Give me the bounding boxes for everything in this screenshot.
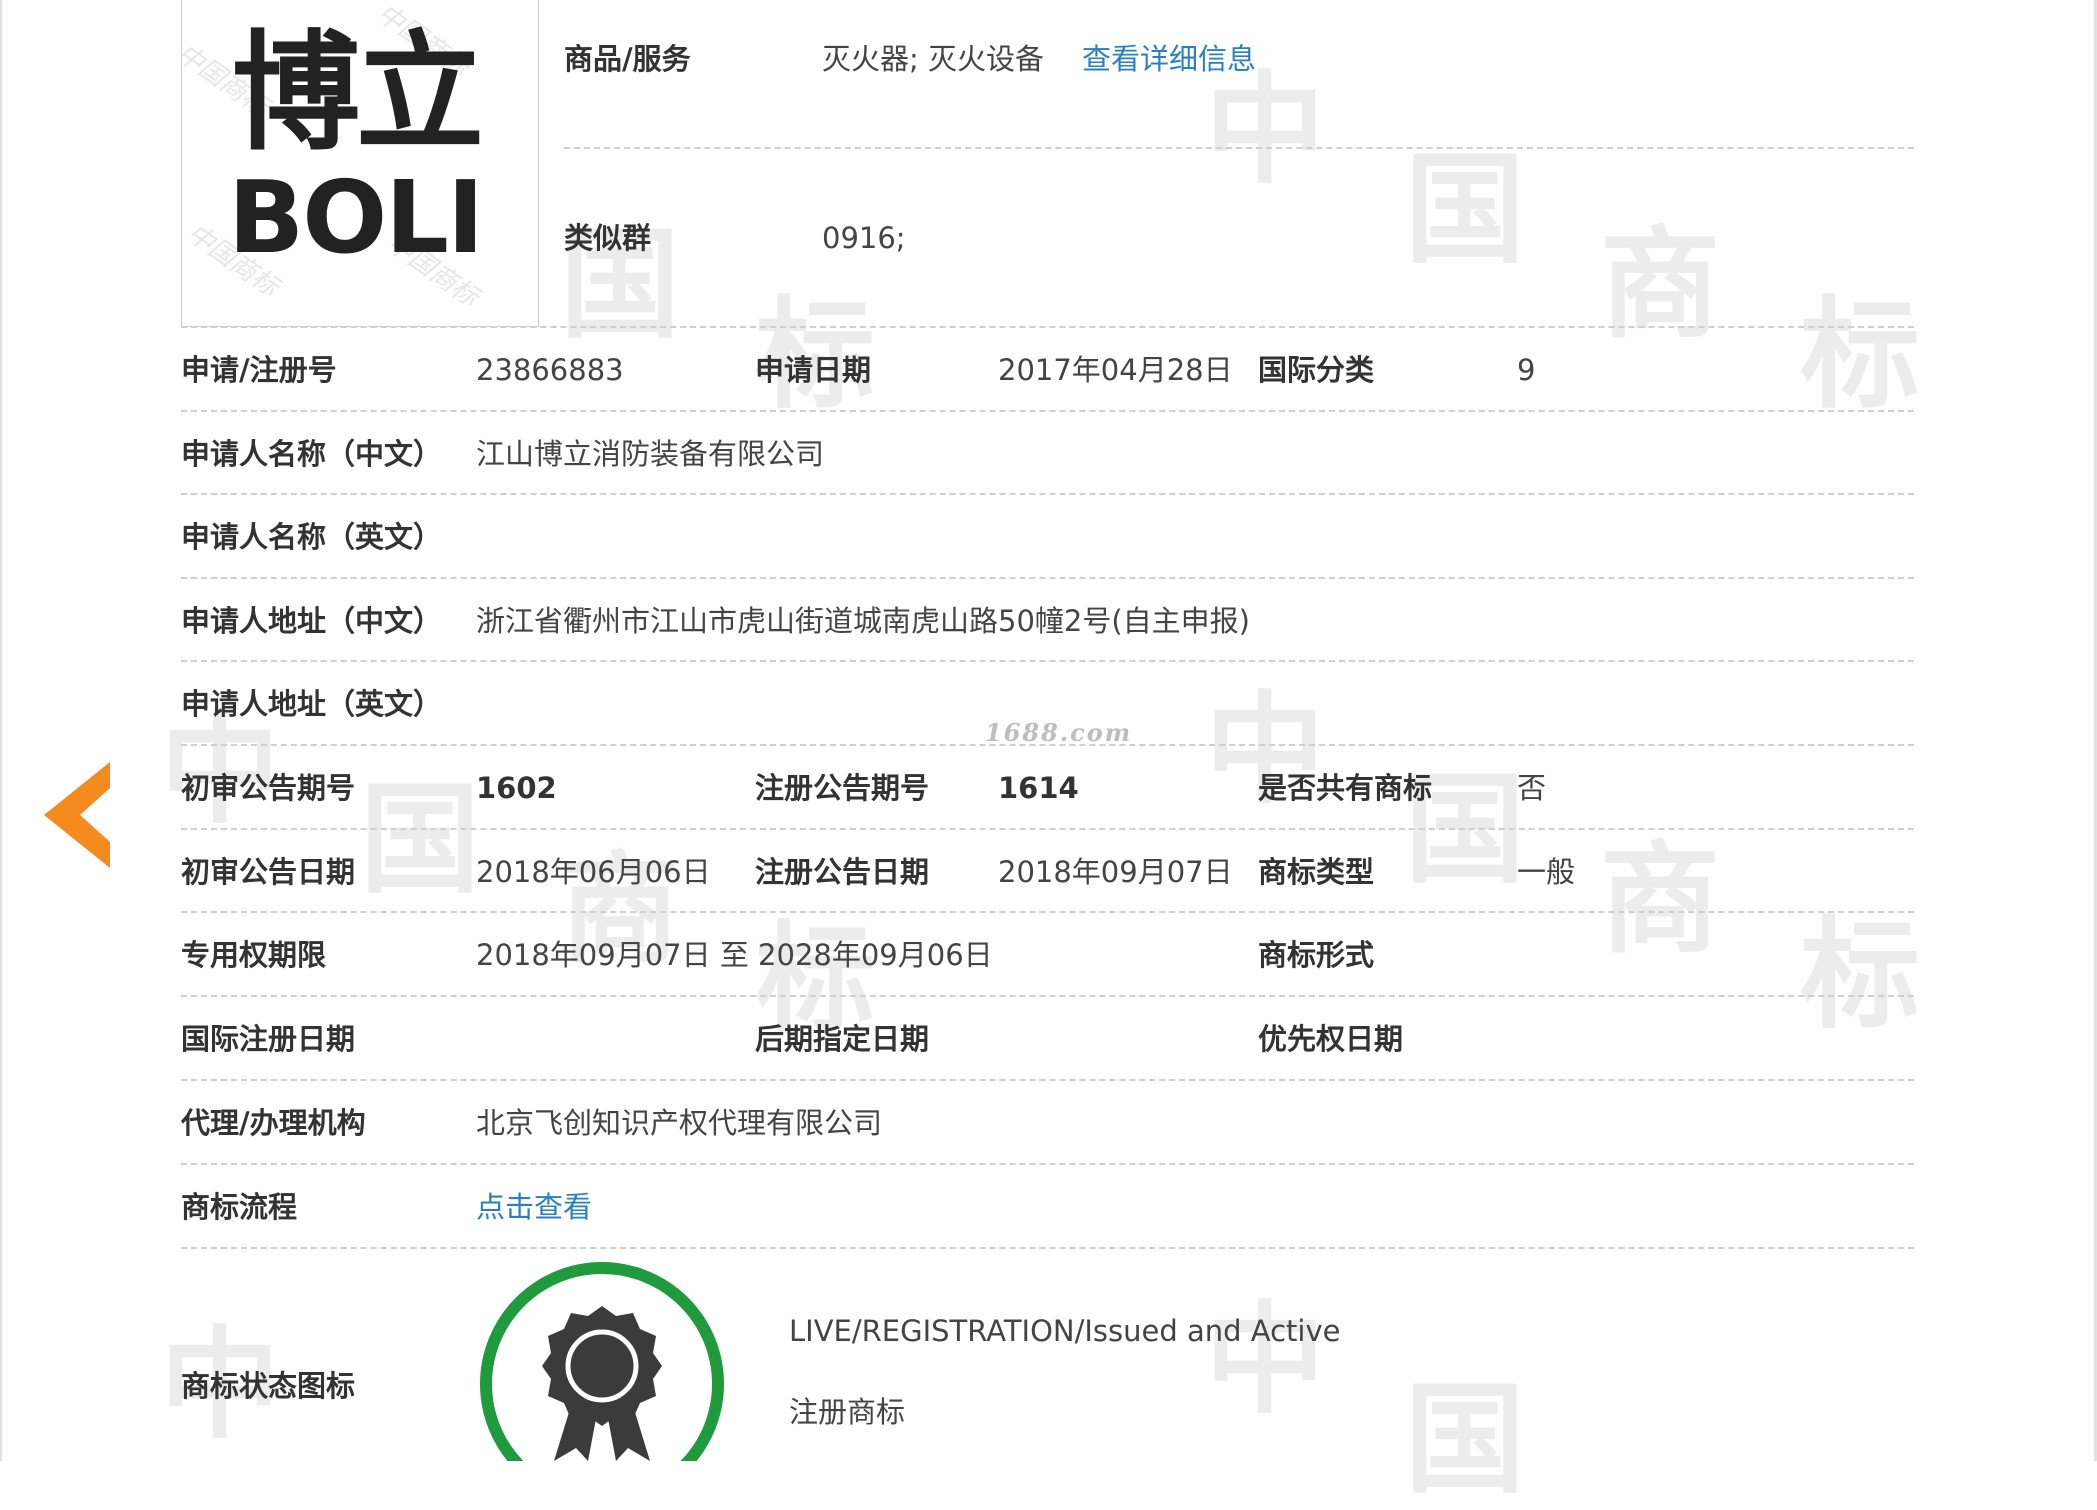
- row-divider: [181, 995, 1914, 997]
- registration-no-label: 申请/注册号: [181, 353, 337, 387]
- goods-value: 灭火器; 灭火设备: [822, 42, 1044, 76]
- applicant-address-en-label: 申请人地址（英文）: [181, 687, 443, 721]
- shared-mark-value: 否: [1517, 771, 1547, 805]
- applicant-address-cn-value: 浙江省衢州市江山市虎山街道城南虎山路50幢2号(自主申报): [476, 604, 1250, 638]
- shared-mark-label: 是否共有商标: [1258, 771, 1433, 805]
- goods-label: 商品/服务: [564, 42, 691, 76]
- reg-notice-date-value: 2018年09月07日: [998, 855, 1233, 889]
- logo-chinese-text: 博立: [232, 19, 484, 168]
- intl-class-label: 国际分类: [1258, 353, 1375, 387]
- intl-reg-date-label: 国际注册日期: [181, 1022, 356, 1056]
- site-watermark: 1688.com: [985, 718, 1133, 747]
- applicant-address-cn-label: 申请人地址（中文）: [181, 604, 443, 638]
- applicant-name-cn-value: 江山博立消防装备有限公司: [476, 437, 825, 471]
- applicant-name-en-label: 申请人名称（英文）: [181, 520, 443, 554]
- row-divider: [181, 1163, 1914, 1165]
- mark-type-label: 商标类型: [1258, 855, 1375, 889]
- later-designation-date-label: 后期指定日期: [755, 1022, 930, 1056]
- watermark-char: 国: [360, 769, 480, 910]
- mark-flow-label: 商标流程: [181, 1190, 298, 1224]
- watermark-char: 国: [1405, 1369, 1525, 1510]
- chevron-left-icon[interactable]: [44, 762, 114, 868]
- award-ribbon-icon: [474, 1256, 730, 1461]
- prelim-notice-no-label: 初审公告期号: [181, 771, 356, 805]
- exclusive-term-label: 专用权期限: [181, 938, 327, 972]
- status-text-cn: 注册商标: [789, 1395, 906, 1429]
- row-divider: [181, 326, 1914, 328]
- row-divider: [181, 744, 1914, 746]
- registration-no-value: 23866883: [476, 353, 624, 387]
- applicant-name-cn-label: 申请人名称（中文）: [181, 437, 443, 471]
- row-divider: [181, 493, 1914, 495]
- watermark-char: 标: [1800, 284, 1920, 425]
- mark-status-label: 商标状态图标: [181, 1369, 356, 1403]
- mark-flow-link[interactable]: 点击查看: [476, 1193, 592, 1222]
- similar-group-value: 0916;: [822, 221, 906, 255]
- row-divider: [181, 577, 1914, 579]
- mark-type-value: 一般: [1517, 855, 1576, 889]
- mark-form-label: 商标形式: [1258, 938, 1375, 972]
- reg-notice-no-label: 注册公告期号: [755, 771, 930, 805]
- exclusive-term-value: 2018年09月07日 至 2028年09月06日: [476, 938, 993, 972]
- reg-notice-no-value: 1614: [998, 771, 1079, 805]
- row-divider: [181, 1079, 1914, 1081]
- status-text-en: LIVE/REGISTRATION/Issued and Active: [789, 1314, 1341, 1348]
- application-date-value: 2017年04月28日: [998, 353, 1233, 387]
- row-divider: [181, 828, 1914, 830]
- row-divider: [181, 1247, 1914, 1249]
- goods-detail-link[interactable]: 查看详细信息: [1082, 45, 1256, 74]
- prelim-notice-date-value: 2018年06月06日: [476, 855, 711, 889]
- row-divider: [181, 660, 1914, 662]
- agent-value: 北京飞创知识产权代理有限公司: [476, 1106, 883, 1140]
- watermark-char: 中: [160, 699, 280, 840]
- intl-class-value: 9: [1517, 353, 1536, 387]
- watermark-char: 中: [1205, 59, 1325, 200]
- trademark-logo: 中国商标 中国商标 中国商标 中国商标 博立 BOLI: [181, 0, 539, 327]
- watermark-char: 标: [1800, 904, 1920, 1045]
- row-divider: [181, 911, 1914, 913]
- prelim-notice-date-label: 初审公告日期: [181, 855, 356, 889]
- row-divider: [564, 147, 1914, 149]
- application-date-label: 申请日期: [755, 353, 872, 387]
- reg-notice-date-label: 注册公告日期: [755, 855, 930, 889]
- logo-english-text: BOLI: [228, 159, 484, 276]
- left-frame-border: [0, 0, 2, 1461]
- priority-date-label: 优先权日期: [1258, 1022, 1404, 1056]
- watermark-char: 国: [1405, 139, 1525, 280]
- watermark-char: 商: [1600, 829, 1720, 970]
- row-divider: [181, 410, 1914, 412]
- agent-label: 代理/办理机构: [181, 1106, 366, 1140]
- similar-group-label: 类似群: [564, 221, 652, 255]
- prelim-notice-no-value: 1602: [476, 771, 557, 805]
